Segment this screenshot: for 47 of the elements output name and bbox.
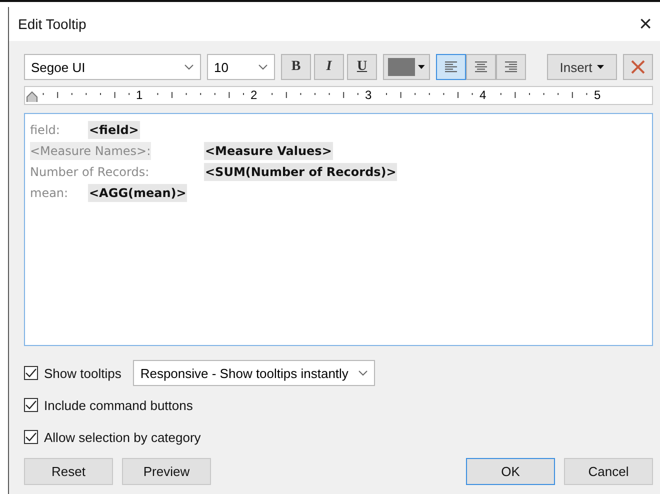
checkbox-label[interactable]: Show tooltips [44,366,122,380]
tooltip-mode-select[interactable]: Responsive - Show tooltips instantly [133,360,376,386]
align-icon [444,61,458,73]
ruler-number: 1 [136,88,143,102]
caret-icon [418,65,425,69]
bold-button[interactable]: B [281,54,311,80]
field-label: <Measure Names>: [30,142,151,160]
field-label: mean: [30,185,68,202]
field-token: <SUM(Number of Records)> [204,163,398,181]
italic-button[interactable]: I [314,54,344,80]
align-icon [474,61,488,73]
dialog-button[interactable]: OK [466,458,555,485]
chevron-icon [184,64,194,70]
dialog-button[interactable]: Cancel [564,458,653,485]
ruler-number: 4 [480,88,486,102]
field-token: <field> [88,121,140,139]
size-select[interactable]: 10 [207,54,275,80]
align-button[interactable] [436,54,466,80]
align-icon [504,61,518,73]
checkbox-label[interactable]: Include command buttons [44,398,193,412]
text-color-button[interactable] [383,54,430,80]
field-label: Number of Records: [30,164,150,181]
dialog-button[interactable]: Preview [122,458,211,485]
ruler-number: 3 [365,88,372,102]
insert-button[interactable]: Insert [547,54,617,80]
font-select[interactable]: Segoe UI [24,54,201,80]
window-title: Edit Tooltip [18,16,86,32]
ruler-number: 5 [594,88,601,102]
ruler-number: 2 [250,88,258,102]
underline-button[interactable]: U [347,54,377,80]
clear-button[interactable] [623,54,653,80]
checkbox[interactable] [24,398,38,412]
field-token: <Measure Values> [204,142,333,160]
caret-icon [597,65,604,69]
dialog-button[interactable]: Reset [24,458,113,485]
checkbox[interactable] [24,366,38,380]
chevron-icon [258,64,268,70]
chevron-icon [358,370,368,376]
field-label: field: [30,122,60,139]
align-button[interactable] [496,54,526,80]
x-icon [630,59,646,75]
checkbox-label[interactable]: Allow selection by category [44,430,201,444]
checkbox[interactable] [24,430,38,444]
field-token: <AGG(mean)> [88,184,188,202]
tooltip-editor[interactable]: field: <field> <Measure Names>: <Measure Values> Number of Records: <SUM(Number of Records)> mean: <AGG(mean)> [24,113,653,346]
close-button[interactable]: × [639,13,652,35]
align-button[interactable] [466,54,496,80]
